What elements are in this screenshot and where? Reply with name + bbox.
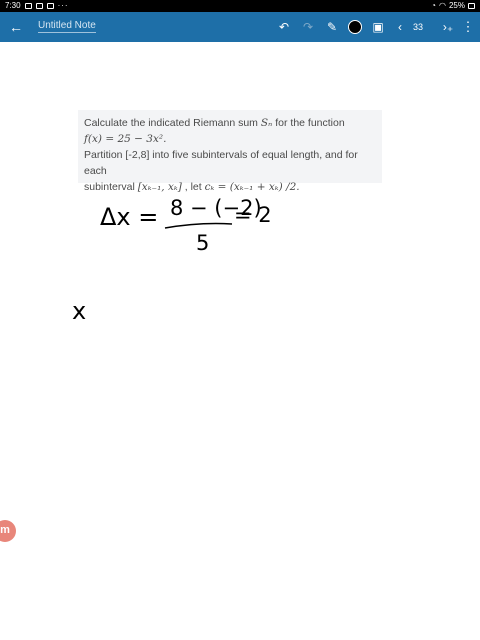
- problem-text: , let: [181, 181, 205, 193]
- app-badge-icon[interactable]: m: [0, 520, 16, 542]
- arrow-left-icon: ←: [9, 19, 23, 35]
- wifi-icon: ◠: [439, 1, 446, 10]
- subinterval-expression: [xₖ₋₁, xₖ]: [137, 181, 182, 193]
- pen-icon: ✎: [326, 20, 338, 34]
- next-page-button[interactable]: ›₊: [438, 17, 458, 37]
- handwritten-delta-x: Δx =: [100, 203, 158, 231]
- midpoint-expression: cₖ = (xₖ₋₁ + xₖ) /2.: [204, 181, 300, 193]
- status-time: 7:30: [5, 1, 21, 10]
- image-icon: ▣: [372, 20, 384, 34]
- problem-statement: Calculate the indicated Riemann sum Sₙ f…: [78, 110, 382, 193]
- notification-icon: [24, 3, 32, 9]
- handwriting-canvas[interactable]: Δx = 8 − (−2) 5 = 2 x: [0, 0, 480, 640]
- problem-text: for the function: [272, 117, 345, 129]
- redo-button[interactable]: ↷: [298, 17, 318, 37]
- problem-line-2: f(x) = 25 − 3x².: [84, 131, 376, 147]
- handwritten-denominator: 5: [196, 231, 209, 255]
- problem-text: Calculate the indicated Riemann sum: [84, 117, 261, 129]
- image-icon: [46, 3, 54, 9]
- handwritten-x: x: [72, 297, 86, 325]
- chevron-left-icon: ‹: [398, 20, 402, 34]
- pen-tool-button[interactable]: ✎: [322, 17, 342, 37]
- battery-level: 25%: [448, 1, 465, 10]
- more-vert-icon: ⋮: [461, 19, 475, 34]
- handwritten-result: = 2: [234, 203, 272, 227]
- color-swatch-icon: [348, 19, 362, 34]
- problem-line-1: Calculate the indicated Riemann sum Sₙ f…: [84, 115, 376, 131]
- note-title[interactable]: Untitled Note: [38, 20, 96, 33]
- chevron-right-plus-icon: ›₊: [442, 20, 454, 34]
- status-bar: 7:30 ··· ◔ ◠ 25%: [0, 0, 480, 12]
- page-number: 33: [413, 22, 424, 32]
- problem-text: subinterval: [84, 181, 138, 193]
- handwritten-numerator: 8 − (−2): [170, 196, 262, 220]
- undo-icon: ↶: [278, 20, 290, 34]
- gallery-icon: [35, 3, 43, 9]
- back-button[interactable]: ←: [6, 17, 26, 37]
- battery-icon: [468, 3, 475, 9]
- app-toolbar: ← Untitled Note ↶ ↷ ✎ ▣ ‹ 33 ›₊ ⋮: [0, 12, 480, 42]
- insert-image-button[interactable]: ▣: [368, 17, 388, 37]
- alarm-icon: ◔: [431, 1, 436, 10]
- handwritten-fraction-bar: [164, 222, 233, 229]
- problem-line-3: Partition [-2,8] into five subintervals …: [84, 149, 358, 177]
- problem-line-4: subinterval [xₖ₋₁, xₖ] , let cₖ = (xₖ₋₁ …: [84, 179, 376, 195]
- badge-letter: m: [0, 524, 10, 536]
- previous-page-button[interactable]: ‹: [390, 17, 410, 37]
- function-definition: f(x) = 25 − 3x².: [84, 133, 167, 145]
- more-options-button[interactable]: ⋮: [458, 17, 478, 37]
- undo-button[interactable]: ↶: [274, 17, 294, 37]
- redo-icon: ↷: [302, 20, 314, 34]
- riemann-sum-symbol: Sₙ: [260, 117, 273, 129]
- color-picker-button[interactable]: [345, 17, 365, 37]
- more-notifications-icon: ···: [57, 1, 69, 10]
